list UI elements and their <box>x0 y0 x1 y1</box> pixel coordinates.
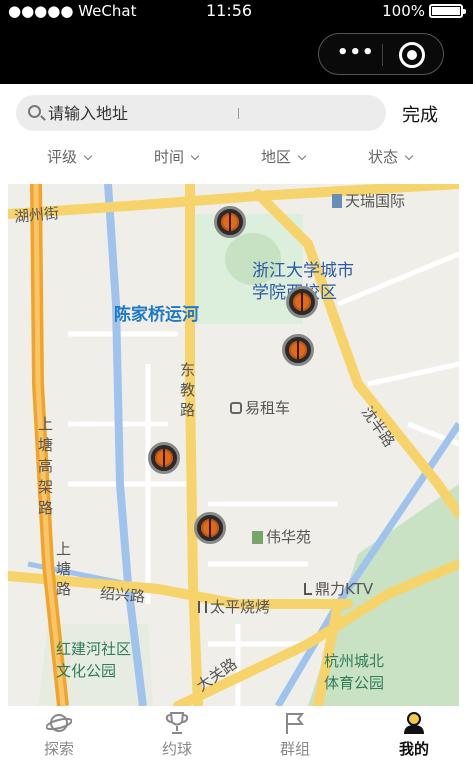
basketball-court-marker[interactable] <box>214 206 246 238</box>
filter-rating[interactable]: 评级 <box>47 146 93 167</box>
chevron-down-icon <box>297 151 307 161</box>
basketball-court-marker[interactable] <box>148 442 180 474</box>
map-label-dongjiao-road: 东教路 <box>180 361 196 419</box>
carrier-label: ●●●●● WeChat <box>8 2 137 20</box>
map-label-taxi-text: 易租车 <box>245 399 291 417</box>
map-label-hz-north-line1: 杭州城北 <box>324 652 385 670</box>
map-label-dingli-ktv: 鼎力KTV <box>304 578 373 599</box>
battery-icon <box>429 4 466 18</box>
tab-explore[interactable]: 探索 <box>0 706 118 779</box>
trophy-icon <box>165 712 189 734</box>
chevron-down-icon <box>404 151 414 161</box>
tab-groups-label: 群组 <box>279 740 310 758</box>
chevron-down-icon <box>190 151 200 161</box>
tab-mine[interactable]: 我的 <box>355 706 473 779</box>
battery-percent: 100% <box>382 2 425 20</box>
map-view[interactable]: 湖州街 天瑞国际 浙江大学城市 学院西校区 陈家桥运河 东教路 易租车 上塘高架… <box>8 184 459 706</box>
map-label-dingli-ktv-text: 鼎力KTV <box>315 580 374 598</box>
capsule-divider <box>382 44 383 66</box>
map-label-canal: 陈家桥运河 <box>114 305 199 325</box>
filter-region-label: 地区 <box>261 148 292 166</box>
map-label-hongjianhe-line1: 红建河社区 <box>56 640 132 658</box>
map-label-tianrui: 天瑞国际 <box>332 190 405 211</box>
close-mini-program-icon[interactable] <box>399 42 425 68</box>
car-icon <box>230 402 242 414</box>
map-label-shangtang-viaduct: 上塘高架路 <box>38 415 54 517</box>
map-label-taiping-bbq-text: 太平烧烤 <box>210 598 271 616</box>
basketball-court-marker[interactable] <box>282 334 314 366</box>
system-top-bar: ●●●●● WeChat 11:56 100% ••• <box>0 0 473 84</box>
flag-icon <box>286 713 305 734</box>
tab-groups[interactable]: 群组 <box>236 706 354 779</box>
filter-bar: 评级 时间 地区 状态 <box>0 140 473 180</box>
battery-indicator: 100% <box>382 2 466 20</box>
tab-explore-label: 探索 <box>43 740 74 758</box>
map-label-taxi: 易租车 <box>230 397 290 418</box>
map-label-taiping-bbq: 太平烧烤 <box>198 596 270 617</box>
filter-time-label: 时间 <box>154 148 185 166</box>
filter-time[interactable]: 时间 <box>154 146 200 167</box>
basketball-court-marker[interactable] <box>194 512 226 544</box>
done-button[interactable]: 完成 <box>402 101 438 127</box>
search-box[interactable] <box>16 95 386 131</box>
filter-status-label: 状态 <box>368 148 399 166</box>
bottom-tab-bar: 探索 约球 群组 我的 <box>0 706 473 779</box>
map-label-hongjianhe-line2: 文化公园 <box>56 662 117 680</box>
map-label-hongjianhe-park: 红建河社区 文化公园 <box>56 638 131 682</box>
tab-book-game[interactable]: 约球 <box>118 706 236 779</box>
search-bar-row: 完成 <box>0 84 473 140</box>
map-label-zju-line1: 浙江大学城市 <box>252 261 354 281</box>
residence-icon <box>252 531 263 544</box>
mini-program-capsule: ••• <box>318 33 444 75</box>
map-label-hz-north-park: 杭州城北 体育公园 <box>324 650 384 694</box>
more-options-icon[interactable]: ••• <box>337 42 375 63</box>
filter-status[interactable]: 状态 <box>368 146 414 167</box>
restaurant-icon <box>198 601 207 613</box>
filter-rating-label: 评级 <box>47 148 78 166</box>
map-label-hushu-street: 湖州街 <box>13 204 60 226</box>
status-bar: ●●●●● WeChat 11:56 100% <box>0 0 473 24</box>
tab-mine-label: 我的 <box>398 740 429 758</box>
clock-label: 11:56 <box>206 1 253 20</box>
basketball-court-marker[interactable] <box>286 286 318 318</box>
building-icon <box>332 194 342 208</box>
map-label-weihuayuan-text: 伟华苑 <box>266 528 312 546</box>
map-label-shangtang-road: 上塘路 <box>56 540 72 598</box>
text-cursor <box>238 108 239 119</box>
ktv-icon <box>304 583 312 595</box>
map-label-shaoxing-road: 绍兴路 <box>99 584 146 606</box>
address-search-input[interactable] <box>48 102 368 124</box>
map-label-hz-north-line2: 体育公园 <box>324 674 385 692</box>
filter-region[interactable]: 地区 <box>261 146 307 167</box>
map-label-tianrui-text: 天瑞国际 <box>345 192 406 210</box>
planet-icon <box>46 714 72 732</box>
map-label-weihuayuan: 伟华苑 <box>252 526 311 547</box>
tab-book-game-label: 约球 <box>161 740 192 758</box>
map-base-layer <box>8 184 459 706</box>
user-icon <box>404 712 424 734</box>
chevron-down-icon <box>83 151 93 161</box>
search-icon <box>28 105 41 118</box>
